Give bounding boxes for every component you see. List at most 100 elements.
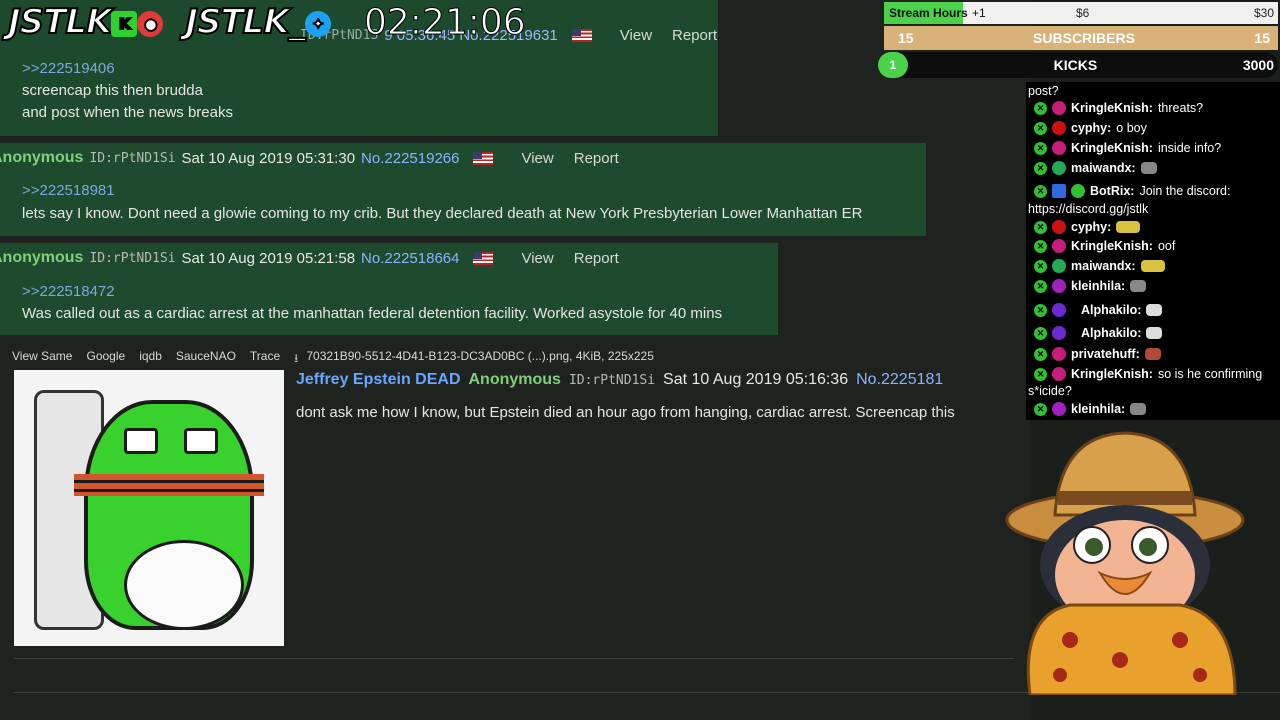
subscribers-goal: 15 SUBSCRIBERS 15 <box>884 26 1278 50</box>
us-flag-icon <box>473 151 494 165</box>
chat-username[interactable]: Alphakilo: <box>1081 303 1141 317</box>
divider <box>14 658 1014 659</box>
post-date: Sat 10 Aug 2019 05:16:36 <box>663 371 849 388</box>
chat-username[interactable]: kleinhila: <box>1071 279 1125 293</box>
op-image-thumbnail[interactable] <box>14 370 284 646</box>
report-link[interactable]: Report <box>574 150 619 167</box>
user-avatar-icon <box>1052 121 1066 135</box>
iqdb-link[interactable]: iqdb <box>139 349 162 370</box>
subs-label: SUBSCRIBERS <box>1033 30 1135 46</box>
post-number[interactable]: No.222518664 <box>361 250 459 267</box>
poster-id[interactable]: ID:rPtND1Si <box>89 151 175 166</box>
poster-id[interactable]: ID:rPtND1Si <box>89 251 175 266</box>
view-link[interactable]: View <box>521 250 553 267</box>
channel-logo-kick: JSTLK K ● <box>7 1 164 43</box>
chat-message: ✕ kleinhila: <box>1034 279 1147 293</box>
chat-message: ✕ Alphakilo: <box>1034 303 1163 317</box>
chat-text: inside info? <box>1157 141 1222 155</box>
emote-icon <box>1146 304 1163 316</box>
chat-message: ✕ BotRix: Join the discord: <box>1034 184 1230 198</box>
reply-post: Anonymous ID:rPtND1Si Sat 10 Aug 2019 05… <box>0 143 926 236</box>
chat-wrap-fragment: post? <box>1028 84 1059 98</box>
op-header: Jeffrey Epstein DEAD Anonymous ID:rPtND1… <box>296 371 943 389</box>
chat-username[interactable]: Alphakilo: <box>1081 326 1141 340</box>
user-avatar-icon <box>1052 326 1066 340</box>
emote-icon <box>1140 162 1157 174</box>
twitter-icon: ✦ <box>304 10 331 37</box>
post-date: Sat 10 Aug 2019 05:21:58 <box>181 249 356 267</box>
op-subject: Jeffrey Epstein DEAD <box>296 371 461 388</box>
goal-increment: +1 <box>972 6 986 20</box>
chat-message: ✕ KringleKnish: threats? <box>1034 101 1203 115</box>
download-icon[interactable]: ⭳ <box>294 349 298 370</box>
stream-hours-goal: Stream Hours +1 $6 $30 <box>884 2 1278 24</box>
chat-username[interactable]: maiwandx: <box>1071 161 1136 175</box>
report-link[interactable]: Report <box>574 250 619 267</box>
penguin-mascot-icon <box>1005 431 1245 695</box>
emote-icon <box>1116 221 1141 233</box>
chat-username[interactable]: maiwandx: <box>1071 259 1136 273</box>
post-text: lets say I know. Dont need a glowie comi… <box>22 205 863 222</box>
chat-overlay: post? ✕ KringleKnish: threats? ✕ cyphy: o bo… <box>1026 82 1280 420</box>
kicks-target: 3000 <box>1242 57 1274 73</box>
post-text-line: and post when the news breaks <box>22 104 233 121</box>
user-avatar-icon <box>1052 101 1066 115</box>
emote-icon <box>1140 260 1165 272</box>
chat-username[interactable]: privatehuff: <box>1071 347 1140 361</box>
chat-link[interactable]: https://discord.gg/jstlk <box>1028 202 1148 216</box>
chat-message: ✕ Alphakilo: <box>1034 326 1163 340</box>
us-flag-icon <box>571 29 592 42</box>
reply-post: Anonymous ID:rPtND1Si Sat 10 Aug 2019 05… <box>0 243 778 335</box>
channel-logo-twitter: JSTLK_ ✦ <box>184 1 331 43</box>
file-info-bar: View Same Google iqdb SauceNAO Trace ⭳ 7… <box>12 349 654 370</box>
kick-icon: K <box>111 10 138 37</box>
kick-badge-icon: ✕ <box>1034 161 1047 175</box>
chat-username[interactable]: cyphy: <box>1071 220 1111 234</box>
subs-count: 15 <box>898 30 914 46</box>
post-date: Sat 10 Aug 2019 05:31:30 <box>181 149 356 167</box>
quote-link[interactable]: >>222518981 <box>22 182 115 199</box>
google-link[interactable]: Google <box>86 349 125 370</box>
chat-message: ✕ maiwandx: <box>1034 161 1157 175</box>
user-avatar-icon <box>1052 141 1066 155</box>
chat-wrap-line: s*icide? <box>1028 384 1072 398</box>
chat-username[interactable]: KringleKnish: <box>1071 141 1153 155</box>
chat-username[interactable]: KringleKnish: <box>1071 367 1153 381</box>
kick-badge-icon: ✕ <box>1034 367 1047 381</box>
kick-badge-icon: ✕ <box>1034 220 1047 234</box>
view-link[interactable]: View <box>620 27 652 44</box>
chat-username[interactable]: kleinhila: <box>1071 402 1125 416</box>
quote-link[interactable]: >>222518472 <box>22 283 115 300</box>
file-name-link[interactable]: 70321B90-5512-4D41-B123-DC3AD0BC (...).p… <box>306 349 654 370</box>
logo-text: JSTLK_ <box>184 1 306 43</box>
user-avatar-icon <box>1052 279 1066 293</box>
view-same-link[interactable]: View Same <box>12 349 72 370</box>
post-number[interactable]: No.2225181 <box>856 371 943 389</box>
verified-badge-icon <box>1071 184 1085 198</box>
goal-max: $30 <box>1253 6 1274 20</box>
chat-message: ✕ cyphy: o boy <box>1034 121 1147 135</box>
post-text-line: screencap this then brudda <box>22 82 203 99</box>
chat-username[interactable]: KringleKnish: <box>1071 101 1153 115</box>
chat-text: threats? <box>1157 101 1204 115</box>
chat-message: ✕ cyphy: <box>1034 220 1141 234</box>
trace-link[interactable]: Trace <box>250 349 280 370</box>
report-link[interactable]: Report <box>672 27 717 44</box>
view-link[interactable]: View <box>521 150 553 167</box>
chat-username[interactable]: cyphy: <box>1071 121 1111 135</box>
chat-text: o boy <box>1116 121 1147 135</box>
chat-username[interactable]: KringleKnish: <box>1071 239 1153 253</box>
frog-eye-right <box>184 428 218 454</box>
post-number[interactable]: No.222519266 <box>361 150 459 167</box>
poster-id[interactable]: ID:rPtND1Si <box>569 373 655 388</box>
subs-target: 15 <box>1254 30 1270 46</box>
chat-text: so is he confirming <box>1157 367 1263 381</box>
chat-message: ✕ privatehuff: <box>1034 347 1161 361</box>
chat-username[interactable]: BotRix: <box>1090 184 1134 198</box>
quote-link[interactable]: >>222519406 <box>22 60 115 77</box>
kick-badge-icon: ✕ <box>1034 101 1047 115</box>
kick-badge-icon: ✕ <box>1034 347 1047 361</box>
poster-name: Anonymous <box>0 149 84 166</box>
saucenao-link[interactable]: SauceNAO <box>176 349 236 370</box>
poster-name: Anonymous <box>468 371 561 388</box>
